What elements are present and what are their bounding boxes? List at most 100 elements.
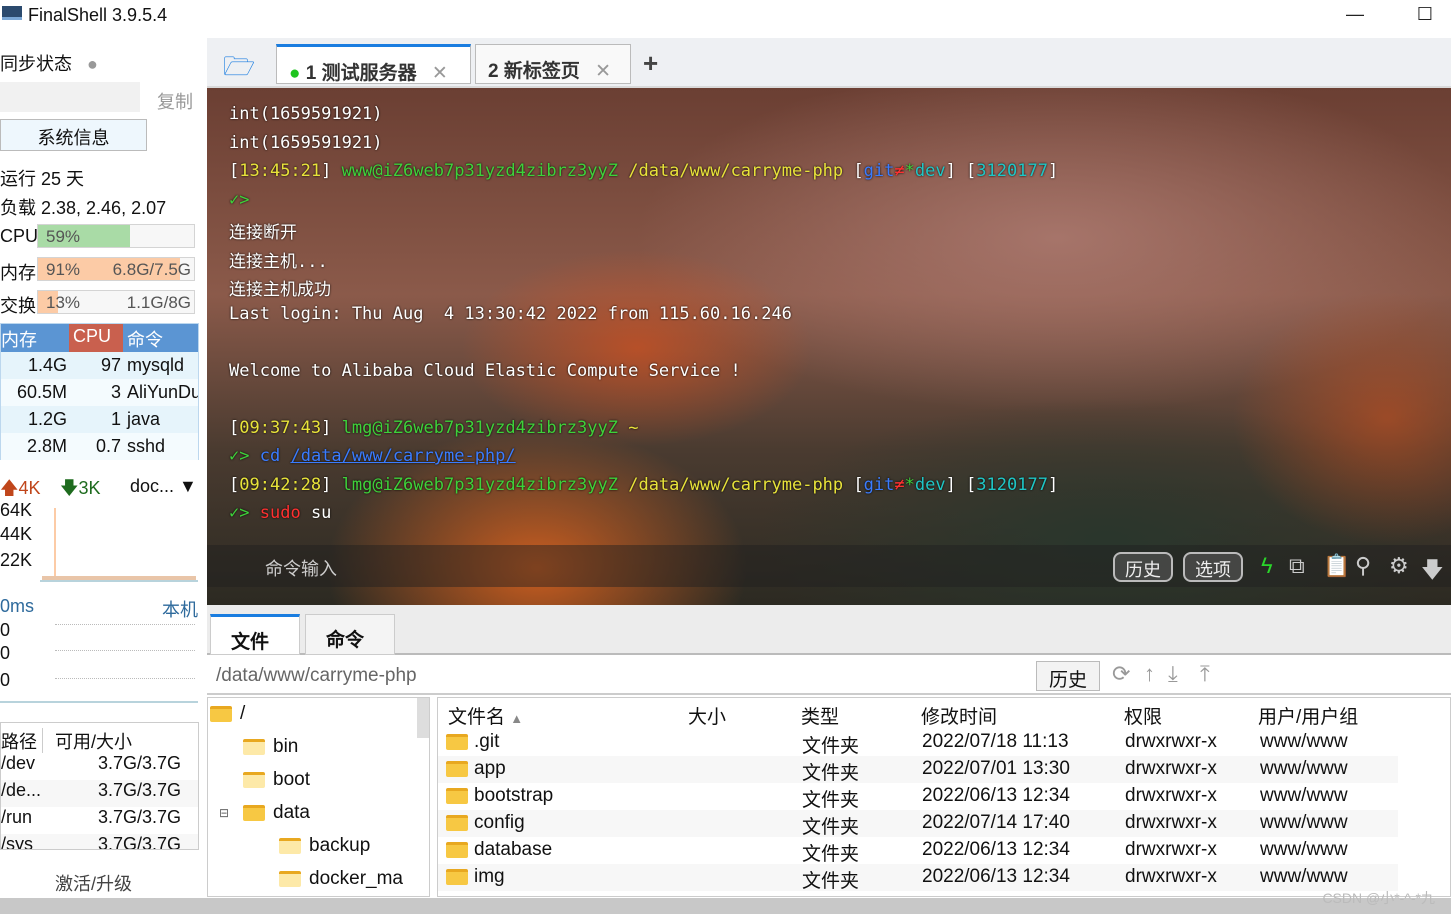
folder-icon bbox=[446, 788, 468, 804]
terminal-prompt: [09:42:28] lmg@iZ6web7p31yzd4zibrz3yyZ /… bbox=[229, 475, 1059, 495]
ip-field[interactable] bbox=[0, 82, 140, 112]
col-mtime[interactable]: 修改时间 bbox=[921, 702, 997, 729]
col-mem[interactable]: 内存 bbox=[1, 324, 69, 352]
terminal-prompt: [13:45:21] www@iZ6web7p31yzd4zibrz3yyZ /… bbox=[229, 161, 1059, 181]
terminal-line: 连接主机成功 bbox=[229, 280, 331, 300]
add-tab-button[interactable]: + bbox=[643, 48, 658, 79]
file-owner: www/www bbox=[1260, 731, 1348, 752]
col-type[interactable]: 类型 bbox=[801, 702, 839, 729]
col-filename[interactable]: 文件名 ▲ bbox=[448, 702, 523, 729]
path-input[interactable]: /data/www/carryme-php bbox=[216, 665, 417, 687]
tree-node[interactable]: boot bbox=[243, 769, 310, 791]
tree-node[interactable]: data bbox=[243, 802, 310, 824]
col-owner[interactable]: 用户/用户组 bbox=[1258, 702, 1358, 729]
file-mtime: 2022/06/13 12:34 bbox=[922, 785, 1070, 806]
folder-icon bbox=[243, 772, 265, 788]
file-perm: drwxrwxr-x bbox=[1125, 812, 1217, 833]
terminal-line: ✓> sudo su bbox=[229, 503, 332, 523]
file-row[interactable]: database 文件夹 2022/06/13 12:34 drwxrwxr-x www… bbox=[438, 837, 1398, 865]
folder-open-icon[interactable]: 🗁 bbox=[223, 48, 255, 92]
process-row[interactable]: 60.5M 3 AliYunDun bbox=[1, 379, 198, 406]
col-path[interactable]: 路径 bbox=[1, 728, 43, 753]
refresh-icon[interactable]: ⟳ bbox=[1112, 661, 1130, 687]
disk-row[interactable]: /run 3.7G/3.7G bbox=[1, 807, 198, 834]
paste-icon[interactable]: 📋 bbox=[1323, 553, 1350, 579]
copy-button[interactable]: 复制 bbox=[157, 88, 193, 114]
col-cpu[interactable]: CPU bbox=[69, 324, 123, 352]
lightning-icon[interactable]: ϟ bbox=[1261, 553, 1273, 579]
net-spike bbox=[54, 508, 56, 580]
process-row[interactable]: 1.4G 97 mysqld bbox=[1, 352, 198, 379]
disk-size: 3.7G/3.7G bbox=[97, 753, 181, 773]
tab-2[interactable]: 2 新标签页 ✕ bbox=[475, 44, 631, 84]
disk-row[interactable]: /de... 3.7G/3.7G bbox=[1, 780, 198, 807]
minimize-button[interactable]: — bbox=[1340, 4, 1370, 28]
sysinfo-button[interactable]: 系统信息 bbox=[0, 119, 147, 151]
folder-icon bbox=[279, 871, 301, 887]
proc-cmd: AliYunDun bbox=[127, 382, 198, 402]
file-perm: drwxrwxr-x bbox=[1125, 866, 1217, 887]
disk-row[interactable]: /sys 3.7G/3.7G bbox=[1, 834, 198, 850]
ping-tick: 0 bbox=[0, 620, 11, 640]
ping-host[interactable]: 本机 bbox=[162, 596, 198, 622]
disk-size: 3.7G/3.7G bbox=[97, 834, 181, 850]
file-list: 文件名 ▲ 大小 类型 修改时间 权限 用户/用户组 .git 文件夹 2022/0… bbox=[437, 697, 1451, 897]
terminal-line: 连接断开 bbox=[229, 223, 297, 243]
file-row[interactable]: bootstrap 文件夹 2022/06/13 12:34 drwxrwxr-x ww… bbox=[438, 783, 1398, 811]
tab-files[interactable]: 文件 bbox=[210, 614, 300, 655]
tree-scrollbar[interactable] bbox=[417, 698, 429, 738]
close-icon[interactable]: ✕ bbox=[432, 63, 448, 84]
tree-node[interactable]: / bbox=[210, 703, 245, 725]
net-up-value: 4K bbox=[18, 478, 41, 498]
history-button[interactable]: 历史 bbox=[1113, 552, 1173, 582]
file-mtime: 2022/06/13 12:34 bbox=[922, 839, 1070, 860]
tree-node[interactable]: bin bbox=[243, 736, 298, 758]
col-size[interactable]: 可用/大小 bbox=[43, 728, 132, 753]
proc-cpu: 97 bbox=[100, 355, 121, 375]
disk-row[interactable]: /dev 3.7G/3.7G bbox=[1, 753, 198, 780]
iface-select[interactable]: doc... ▼ bbox=[130, 476, 197, 497]
file-row[interactable]: img 文件夹 2022/06/13 12:34 drwxrwxr-x www/www bbox=[438, 864, 1398, 892]
file-name: bootstrap bbox=[474, 785, 554, 806]
path-history-button[interactable]: 历史 bbox=[1036, 661, 1100, 691]
file-type: 文件夹 bbox=[802, 790, 860, 811]
collapse-icon[interactable]: ⊟ bbox=[219, 806, 229, 820]
terminal[interactable]: int(1659591921) int(1659591921) [13:45:2… bbox=[207, 88, 1451, 605]
file-row[interactable]: .git 文件夹 2022/07/18 11:13 drwxrwxr-x www/www bbox=[438, 729, 1398, 757]
copy-icon[interactable]: ⧉ bbox=[1289, 553, 1305, 579]
maximize-button[interactable]: ☐ bbox=[1410, 4, 1440, 28]
path-link[interactable]: /data/www/carryme-php/ bbox=[290, 446, 515, 466]
disk-path: /de... bbox=[1, 780, 42, 800]
parent-dir-icon[interactable]: ↑ bbox=[1144, 661, 1155, 687]
file-row[interactable]: config 文件夹 2022/07/14 17:40 drwxrwxr-x www/w… bbox=[438, 810, 1398, 838]
command-input[interactable]: 命令输入 bbox=[265, 555, 337, 581]
proc-mem: 60.5M bbox=[16, 382, 67, 402]
cpu-label: CPU bbox=[0, 226, 39, 246]
process-row[interactable]: 2.8M 0.7 sshd bbox=[1, 433, 198, 460]
tree-node[interactable]: docker_ma bbox=[279, 868, 403, 890]
search-icon[interactable]: ⚲ bbox=[1355, 553, 1371, 579]
tab-commands[interactable]: 命令 bbox=[305, 614, 395, 655]
sidebar: 同步状态 ● 复制 系统信息 运行 25 天 负载 2.38, 2.46, 2.… bbox=[0, 38, 205, 898]
activate-link[interactable]: 激活/升级 bbox=[55, 870, 132, 896]
net-tick: 44K bbox=[0, 524, 33, 544]
col-size[interactable]: 大小 bbox=[688, 702, 726, 729]
swap-bar: 13% 1.1G/8G bbox=[37, 290, 195, 314]
swap-label: 交换 bbox=[0, 296, 36, 316]
col-perm[interactable]: 权限 bbox=[1124, 702, 1162, 729]
cpu-bar: 59% bbox=[37, 224, 195, 248]
col-cmd[interactable]: 命令 bbox=[123, 324, 198, 352]
proc-mem: 2.8M bbox=[26, 436, 67, 456]
file-owner: www/www bbox=[1260, 866, 1348, 887]
gear-icon[interactable]: ⚙ bbox=[1389, 553, 1409, 579]
tree-node[interactable]: backup bbox=[279, 835, 370, 857]
upload-icon[interactable]: ⤒ bbox=[1200, 661, 1210, 687]
download-icon[interactable]: ⤓ bbox=[1168, 661, 1178, 687]
file-row[interactable]: app 文件夹 2022/07/01 13:30 drwxrwxr-x www/www bbox=[438, 756, 1398, 784]
close-icon[interactable]: ✕ bbox=[595, 61, 611, 82]
terminal-line: Last login: Thu Aug 4 13:30:42 2022 from… bbox=[229, 304, 792, 324]
tab-1[interactable]: ● 1 测试服务器 ✕ bbox=[276, 44, 471, 84]
options-button[interactable]: 选项 bbox=[1183, 552, 1243, 582]
process-row[interactable]: 1.2G 1 java bbox=[1, 406, 198, 433]
arrow-down-icon[interactable]: 🡇 bbox=[1421, 553, 1444, 591]
